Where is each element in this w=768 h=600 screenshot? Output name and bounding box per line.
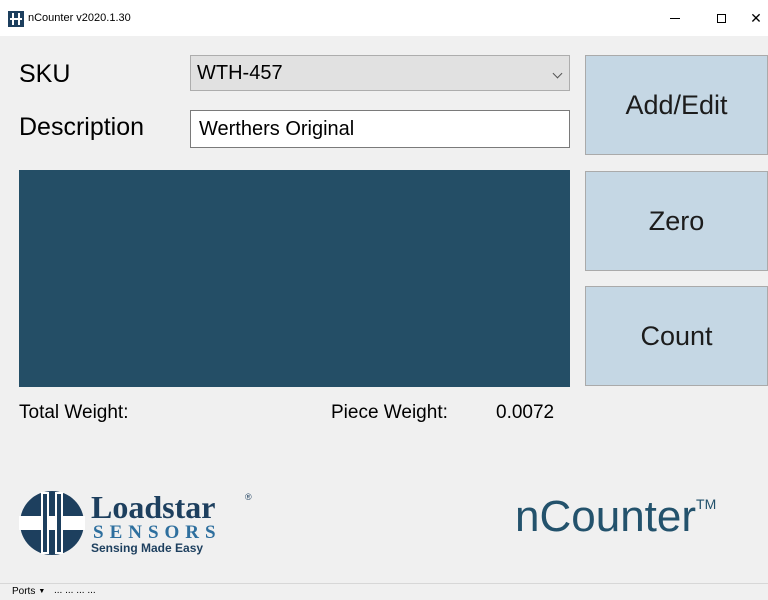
maximize-button[interactable]: [698, 0, 744, 36]
count-display-panel: [19, 170, 570, 387]
close-button[interactable]: ✕: [744, 0, 768, 36]
loadstar-sensors-logo: Loadstar ® SENSORS Sensing Made Easy: [19, 489, 252, 555]
caret-down-icon: ▼: [38, 588, 46, 595]
sku-selected-value: WTH-457: [197, 62, 283, 84]
piece-weight-value: 0.0072: [496, 402, 555, 423]
svg-text:SENSORS: SENSORS: [93, 522, 222, 543]
ports-dropdown[interactable]: Ports ▼: [12, 586, 45, 597]
sku-dropdown[interactable]: WTH-457: [190, 55, 570, 91]
zero-button[interactable]: Zero: [585, 171, 768, 271]
close-icon: ✕: [750, 10, 762, 26]
svg-text:Sensing Made Easy: Sensing Made Easy: [91, 541, 203, 555]
title-bar: nCounter v2020.1.30 ✕: [0, 0, 768, 36]
description-field[interactable]: Werthers Original: [190, 110, 570, 148]
product-name: nCounter: [515, 492, 697, 541]
maximize-icon: [716, 13, 726, 23]
description-label: Description: [19, 113, 145, 141]
minimize-button[interactable]: [652, 0, 698, 36]
minimize-icon: [670, 17, 680, 19]
trademark-symbol: TM: [696, 496, 717, 512]
ports-label: Ports: [12, 586, 36, 597]
sku-label: SKU: [19, 60, 71, 88]
ports-status: ... ... ... ...: [54, 585, 96, 596]
add-edit-button[interactable]: Add/Edit: [585, 55, 768, 155]
chevron-down-icon[interactable]: [552, 68, 563, 79]
total-weight-label: Total Weight:: [19, 402, 129, 423]
piece-weight-label: Piece Weight:: [331, 402, 448, 423]
svg-text:®: ®: [245, 492, 252, 502]
app-icon: [8, 11, 24, 27]
status-bar: Ports ▼ ... ... ... ...: [0, 583, 768, 600]
window-title: nCounter v2020.1.30: [28, 12, 131, 24]
ncounter-brand: nCounterTM: [515, 492, 716, 542]
svg-text:Loadstar: Loadstar: [91, 489, 215, 525]
count-button[interactable]: Count: [585, 286, 768, 386]
